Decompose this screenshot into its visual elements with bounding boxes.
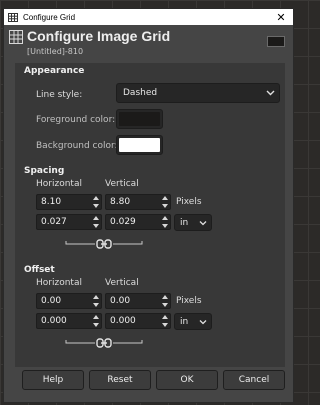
close-icon[interactable]: ✕ xyxy=(269,11,293,24)
chevron-down-icon xyxy=(199,220,207,225)
offset-horizontal-px-value: 0.00 xyxy=(41,296,62,306)
spin-arrows-icon[interactable] xyxy=(93,315,99,327)
spin-arrows-icon[interactable] xyxy=(162,196,168,208)
image-name: [Untitled]-810 xyxy=(27,47,84,56)
chevron-down-icon xyxy=(199,319,207,324)
spin-arrows-icon[interactable] xyxy=(162,295,168,307)
spin-arrows-icon[interactable] xyxy=(162,315,168,327)
foreground-color-button[interactable] xyxy=(116,109,163,129)
spacing-chain-button[interactable] xyxy=(64,238,144,250)
line-style-dropdown[interactable]: Dashed xyxy=(116,83,280,103)
spacing-unit-value: in xyxy=(180,217,189,228)
ok-button[interactable]: OK xyxy=(156,370,218,390)
spacing-vertical-px-value: 8.80 xyxy=(110,197,131,207)
offset-horizontal-px-input[interactable]: 0.00 xyxy=(36,293,102,309)
offset-unit-value: in xyxy=(180,316,189,327)
offset-vertical-header: Vertical xyxy=(105,278,139,288)
chain-linked-icon xyxy=(96,338,112,348)
background-color-swatch xyxy=(119,138,160,152)
offset-chain-button[interactable] xyxy=(64,337,144,349)
settings-panel: Appearance Line style: Dashed Foreground… xyxy=(15,63,285,367)
dialog-header: Configure Image Grid [Untitled]-810 xyxy=(4,25,293,67)
offset-vertical-unit-value: 0.000 xyxy=(110,316,136,326)
spin-arrows-icon[interactable] xyxy=(162,216,168,228)
spacing-horizontal-unit-value: 0.027 xyxy=(41,217,67,227)
spacing-unit-dropdown[interactable]: in xyxy=(174,214,212,231)
background-color-label: Background color: xyxy=(36,141,118,151)
line-style-label: Line style: xyxy=(36,90,83,100)
appearance-section-title: Appearance xyxy=(24,66,85,76)
cancel-button[interactable]: Cancel xyxy=(223,370,285,390)
grid-icon xyxy=(9,30,23,44)
foreground-color-swatch xyxy=(119,112,160,126)
chain-linked-icon xyxy=(96,239,112,249)
chevron-down-icon xyxy=(266,90,275,96)
spacing-horizontal-px-value: 8.10 xyxy=(41,197,62,207)
offset-horizontal-unit-input[interactable]: 0.000 xyxy=(36,313,102,329)
spin-arrows-icon[interactable] xyxy=(93,216,99,228)
grid-app-icon xyxy=(8,12,18,22)
window-title: Configure Grid xyxy=(23,12,76,22)
spacing-horizontal-unit-input[interactable]: 0.027 xyxy=(36,214,102,230)
image-thumbnail xyxy=(267,36,285,47)
reset-button[interactable]: Reset xyxy=(89,370,151,390)
help-button[interactable]: Help xyxy=(22,370,84,390)
foreground-color-label: Foreground color: xyxy=(36,115,116,125)
title-bar: Configure Grid ✕ xyxy=(4,9,293,25)
offset-vertical-px-value: 0.00 xyxy=(110,296,131,306)
spin-arrows-icon[interactable] xyxy=(93,295,99,307)
spacing-pixels-unit: Pixels xyxy=(176,197,202,207)
spacing-vertical-unit-value: 0.029 xyxy=(110,217,136,227)
offset-pixels-unit: Pixels xyxy=(176,296,202,306)
spacing-vertical-header: Vertical xyxy=(105,179,139,189)
spacing-horizontal-header: Horizontal xyxy=(36,179,82,189)
dialog-heading: Configure Image Grid xyxy=(27,28,171,44)
spacing-section-title: Spacing xyxy=(24,166,65,176)
spacing-horizontal-px-input[interactable]: 8.10 xyxy=(36,194,102,210)
spacing-vertical-px-input[interactable]: 8.80 xyxy=(105,194,171,210)
background-color-button[interactable] xyxy=(116,135,163,155)
offset-section-title: Offset xyxy=(24,265,55,275)
spin-arrows-icon[interactable] xyxy=(93,196,99,208)
line-style-value: Dashed xyxy=(123,88,158,98)
configure-grid-dialog: Configure Grid ✕ Configure Image Grid [U… xyxy=(3,8,294,403)
offset-horizontal-unit-value: 0.000 xyxy=(41,316,67,326)
offset-vertical-unit-input[interactable]: 0.000 xyxy=(105,313,171,329)
offset-unit-dropdown[interactable]: in xyxy=(174,313,212,330)
spacing-vertical-unit-input[interactable]: 0.029 xyxy=(105,214,171,230)
offset-vertical-px-input[interactable]: 0.00 xyxy=(105,293,171,309)
offset-horizontal-header: Horizontal xyxy=(36,278,82,288)
